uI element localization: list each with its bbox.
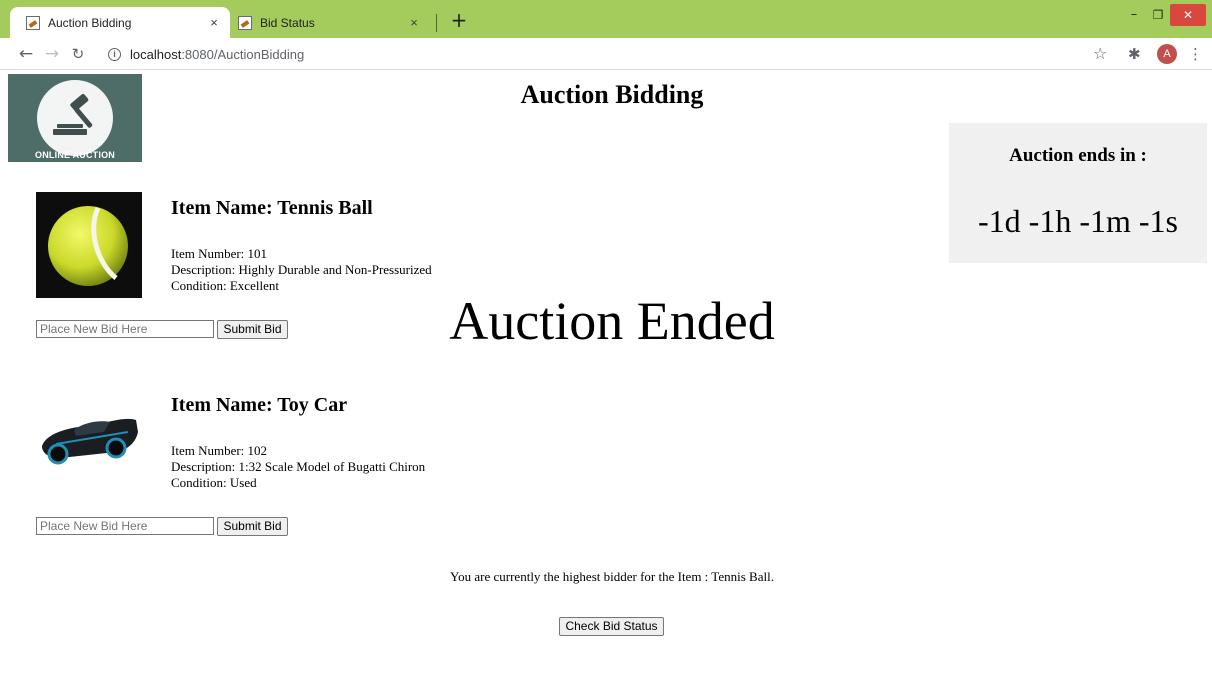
info-icon[interactable]: i — [108, 47, 121, 61]
highest-bidder-message: You are currently the highest bidder for… — [450, 569, 774, 584]
auction-ended-banner: Auction Ended — [449, 291, 775, 351]
check-bid-status-button[interactable]: Check Bid Status — [559, 617, 664, 636]
favicon-icon — [26, 15, 40, 30]
item-description: Description: Highly Durable and Non-Pres… — [171, 262, 432, 277]
countdown-value: -1d -1h -1m -1s — [978, 203, 1178, 239]
bookmark-star-icon[interactable]: ☆ — [1093, 44, 1107, 64]
extensions-puzzle-icon[interactable]: ✱ — [1128, 44, 1141, 64]
reload-icon[interactable]: ↻ — [68, 44, 88, 64]
profile-avatar[interactable]: A — [1157, 44, 1177, 64]
kebab-menu-icon[interactable]: ⋮ — [1188, 44, 1203, 64]
window-close-icon[interactable]: ✕ — [1170, 4, 1206, 26]
toy-car-icon — [36, 388, 142, 494]
back-icon[interactable]: ← — [16, 44, 36, 64]
address-toolbar: ← → ↻ i localhost:8080/AuctionBidding ☆ … — [0, 38, 1212, 70]
tab-close-icon[interactable]: × — [206, 15, 222, 30]
url-path: :8080/AuctionBidding — [181, 46, 305, 62]
restore-icon[interactable]: ❐ — [1146, 4, 1170, 26]
tennis-ball-icon — [36, 192, 142, 298]
url-host: localhost — [130, 46, 182, 62]
minimize-icon[interactable]: – — [1122, 4, 1146, 26]
item-condition: Condition: Used — [171, 475, 257, 490]
tab-title: Bid Status — [260, 15, 315, 30]
page-title: Auction Bidding — [520, 80, 704, 109]
bid-input[interactable] — [36, 517, 214, 535]
tab-title: Auction Bidding — [48, 15, 132, 30]
item-number: Item Number: 101 — [171, 246, 268, 261]
tab-auction-bidding[interactable]: Auction Bidding × — [10, 7, 230, 38]
forward-icon[interactable]: → — [42, 44, 62, 64]
tab-close-icon[interactable]: × — [406, 15, 422, 30]
logo-text: ONLINE AUCTION — [35, 150, 115, 160]
new-tab-icon[interactable]: + — [447, 8, 471, 32]
item-name: Item Name: Tennis Ball — [171, 197, 373, 219]
favicon-icon — [238, 15, 252, 30]
item-number: Item Number: 102 — [171, 443, 268, 458]
tab-strip: Auction Bidding × Bid Status × + – ❐ ✕ — [0, 0, 1212, 38]
tab-divider — [436, 14, 437, 32]
tab-bid-status[interactable]: Bid Status × — [230, 7, 430, 38]
address-bar[interactable]: i localhost:8080/AuctionBidding — [108, 42, 1118, 66]
submit-bid-button[interactable]: Submit Bid — [217, 517, 288, 536]
item-description: Description: 1:32 Scale Model of Bugatti… — [171, 459, 426, 474]
countdown-panel: Auction ends in : -1d -1h -1m -1s — [949, 123, 1207, 263]
countdown-label: Auction ends in : — [1009, 145, 1147, 166]
item-name: Item Name: Toy Car — [171, 394, 348, 416]
